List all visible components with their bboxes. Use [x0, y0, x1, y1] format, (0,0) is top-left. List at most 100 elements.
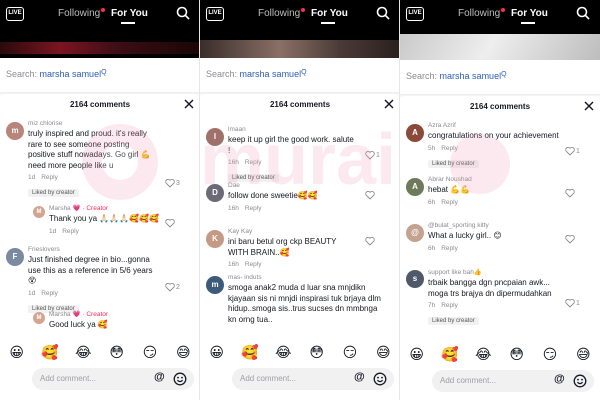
active-tab-indicator	[321, 22, 335, 24]
live-icon[interactable]: LIVE	[406, 7, 424, 21]
emoji-button[interactable]: 🥰	[238, 342, 262, 362]
reply-button[interactable]: Reply	[41, 174, 58, 181]
search-term[interactable]: marsha samuel	[440, 71, 502, 81]
search-suggestion-bar[interactable]: Search: marsha samuelQ	[400, 60, 600, 94]
avatar[interactable]: D	[206, 184, 224, 202]
avatar[interactable]: m	[6, 122, 24, 140]
reply-button[interactable]: Reply	[245, 261, 262, 268]
avatar[interactable]: m	[206, 276, 224, 294]
comment-username[interactable]: Abrar Noushad	[428, 176, 558, 183]
emoji-button[interactable]: 🥰	[438, 344, 462, 364]
emoji-picker-icon[interactable]	[373, 372, 387, 386]
reply-button[interactable]: Reply	[245, 205, 262, 212]
tab-for-you[interactable]: For You	[111, 8, 148, 19]
like-button[interactable]: 1	[565, 146, 593, 156]
reply-button[interactable]: Reply	[441, 245, 458, 252]
add-comment-field[interactable]: Add comment... @	[32, 368, 194, 390]
add-comment-field[interactable]: Add comment... @	[232, 368, 394, 390]
search-label: Search:	[406, 71, 438, 81]
search-suggestion-bar[interactable]: Search: marsha samuelQ	[200, 58, 399, 92]
emoji-button[interactable]: 😂	[471, 344, 495, 364]
comment-username[interactable]: support like bah👍	[428, 268, 558, 276]
reply-button[interactable]: Reply	[441, 145, 458, 152]
search-suggestion-bar[interactable]: Search: marsha samuelQ	[0, 58, 199, 92]
avatar[interactable]: l	[206, 128, 224, 146]
comment-username[interactable]: mas- induts	[228, 274, 388, 281]
search-icon[interactable]	[376, 6, 390, 20]
comment-username[interactable]: Kay Kay	[228, 228, 358, 235]
comment-username[interactable]: Marsha 💗	[49, 311, 81, 318]
emoji-button[interactable]: 😏	[338, 342, 362, 362]
emoji-button[interactable]: 😏	[138, 342, 162, 362]
heart-icon	[365, 151, 375, 160]
emoji-button[interactable]: 😀	[205, 342, 229, 362]
emoji-button[interactable]: 🥰	[38, 342, 62, 362]
like-button[interactable]: 2	[165, 282, 193, 292]
emoji-button[interactable]: 😳	[505, 344, 529, 364]
comment-username[interactable]: Azra Azrif	[428, 122, 578, 129]
live-icon[interactable]: LIVE	[6, 7, 24, 21]
like-button[interactable]: 1	[365, 150, 393, 160]
active-tab-indicator	[521, 22, 535, 24]
comment-username[interactable]: Marsha 💗	[49, 205, 81, 212]
tab-following[interactable]: Following	[458, 8, 500, 19]
emoji-picker-icon[interactable]	[573, 374, 587, 388]
search-term[interactable]: marsha samuel	[240, 69, 302, 79]
like-button[interactable]	[365, 236, 393, 246]
reply-button[interactable]: Reply	[245, 159, 262, 166]
like-button[interactable]	[565, 188, 593, 198]
emoji-button[interactable]: 😅	[571, 344, 595, 364]
comment-text: truly inspired and proud. it's really ra…	[28, 129, 151, 170]
add-comment-field[interactable]: Add comment... @	[432, 370, 594, 392]
comment-list[interactable]: m miz chlorise truly inspired and proud.…	[0, 116, 199, 346]
like-button[interactable]: 1	[565, 298, 593, 308]
close-icon[interactable]	[184, 99, 194, 109]
emoji-button[interactable]: 😀	[405, 344, 429, 364]
mention-icon[interactable]: @	[554, 373, 565, 385]
avatar[interactable]: K	[206, 230, 224, 248]
comment-username[interactable]: lmaan	[228, 126, 358, 133]
like-button[interactable]	[165, 218, 193, 228]
close-icon[interactable]	[584, 101, 594, 111]
emoji-picker-icon[interactable]	[173, 372, 187, 386]
emoji-button[interactable]: 😀	[5, 342, 29, 362]
emoji-button[interactable]: 😏	[538, 344, 562, 364]
avatar[interactable]: F	[6, 248, 24, 266]
avatar[interactable]: s	[406, 270, 424, 288]
live-icon[interactable]: LIVE	[206, 7, 224, 21]
like-button[interactable]	[365, 190, 393, 200]
search-term[interactable]: marsha samuel	[40, 69, 102, 79]
mention-icon[interactable]: @	[354, 371, 365, 383]
tab-for-you[interactable]: For You	[511, 8, 548, 19]
emoji-button[interactable]: 😳	[305, 342, 329, 362]
emoji-button[interactable]: 😅	[371, 342, 395, 362]
reply-button[interactable]: Reply	[441, 199, 458, 206]
search-icon[interactable]	[176, 6, 190, 20]
avatar[interactable]: M	[33, 206, 45, 218]
emoji-button[interactable]: 😳	[105, 342, 129, 362]
comment-username[interactable]: miz chlorise	[28, 120, 158, 127]
tab-following[interactable]: Following	[58, 8, 100, 19]
emoji-button[interactable]: 😅	[171, 342, 195, 362]
mention-icon[interactable]: @	[154, 371, 165, 383]
tab-for-you[interactable]: For You	[311, 8, 348, 19]
search-icon[interactable]	[576, 6, 590, 20]
emoji-button[interactable]: 😂	[71, 342, 95, 362]
avatar[interactable]: A	[406, 178, 424, 196]
reply-button[interactable]: Reply	[62, 228, 79, 235]
avatar[interactable]: M	[33, 312, 45, 324]
comment-list[interactable]: A Azra Azrif congratulations on your ach…	[400, 118, 600, 348]
tab-following[interactable]: Following	[258, 8, 300, 19]
emoji-button[interactable]: 😂	[271, 342, 295, 362]
close-icon[interactable]	[384, 99, 394, 109]
reply-button[interactable]: Reply	[41, 290, 58, 297]
like-button[interactable]	[565, 234, 593, 244]
comment-username[interactable]: Frieslovers	[28, 246, 158, 253]
avatar[interactable]: A	[406, 124, 424, 142]
comment-list[interactable]: l lmaan keep it up girl the good work. s…	[200, 116, 399, 346]
avatar[interactable]: @	[406, 224, 424, 242]
comment-username[interactable]: @bulat_sporting kitty	[428, 222, 558, 229]
reply-button[interactable]: Reply	[441, 302, 458, 309]
comment-username[interactable]: Dae	[228, 182, 358, 189]
like-button[interactable]: 3	[165, 178, 193, 188]
